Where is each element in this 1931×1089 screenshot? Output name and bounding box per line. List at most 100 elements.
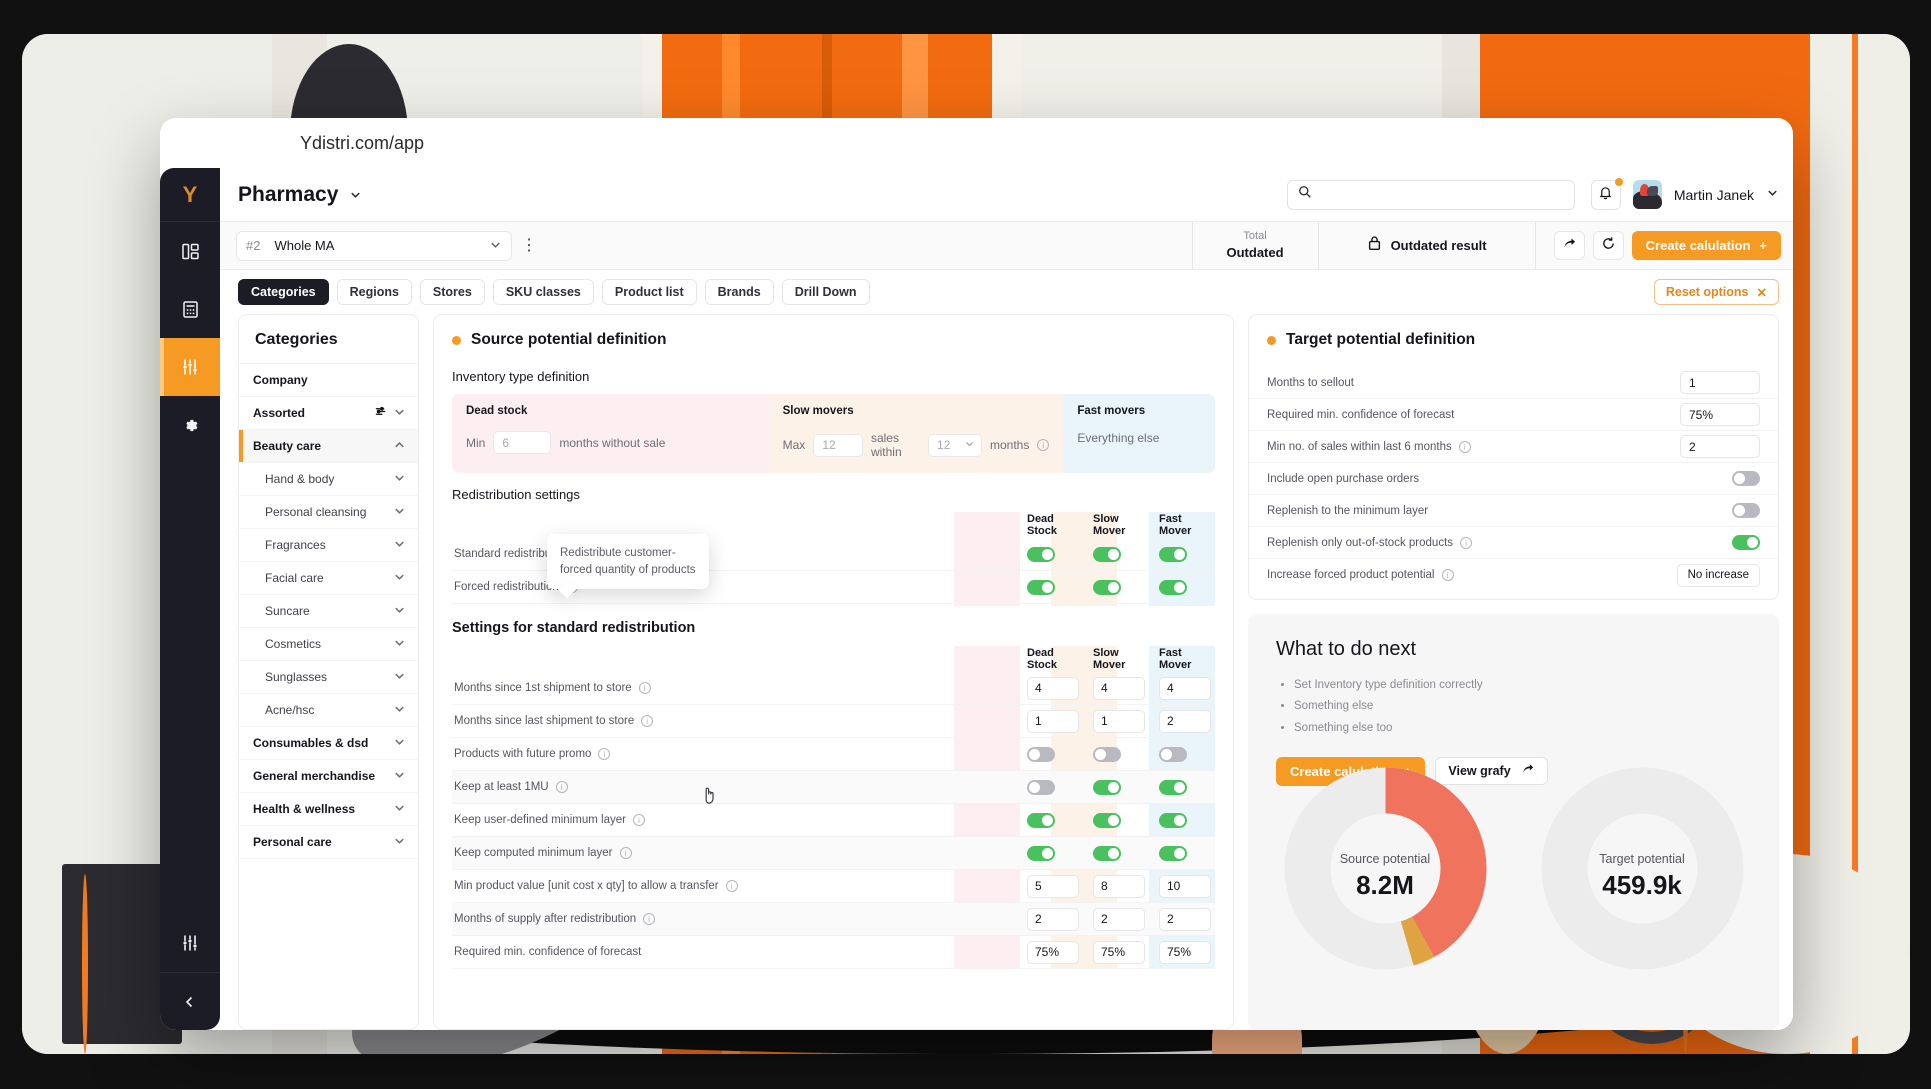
url-bar[interactable]: Ydistri.com/app bbox=[160, 118, 1793, 168]
toggle-switch[interactable] bbox=[1159, 779, 1187, 795]
info-icon[interactable]: i bbox=[598, 748, 611, 760]
toggle-switch[interactable] bbox=[1159, 812, 1187, 828]
tab-regions[interactable]: Regions bbox=[336, 279, 412, 305]
toggle-switch[interactable] bbox=[1093, 579, 1121, 595]
reset-options-button[interactable]: Reset options ✕ bbox=[1653, 279, 1779, 305]
toggle-switch[interactable] bbox=[1027, 812, 1055, 828]
nav-dashboard-button[interactable] bbox=[160, 222, 220, 280]
target-value-button[interactable]: No increase bbox=[1676, 563, 1760, 587]
toggle-switch[interactable] bbox=[1093, 812, 1121, 828]
matrix-value-input[interactable] bbox=[1159, 709, 1211, 733]
nav-settings-sliders-button[interactable] bbox=[160, 338, 220, 396]
category-row[interactable]: Company bbox=[239, 364, 418, 397]
target-value-input[interactable] bbox=[1680, 371, 1760, 394]
matrix-value-input[interactable] bbox=[1159, 940, 1211, 964]
toggle-switch[interactable] bbox=[1093, 845, 1121, 861]
info-icon[interactable]: i bbox=[1037, 439, 1050, 451]
tab-categories[interactable]: Categories bbox=[238, 279, 329, 305]
category-row[interactable]: Hand & body bbox=[239, 463, 418, 496]
chevron-down-icon[interactable] bbox=[393, 768, 406, 784]
toggle-switch[interactable] bbox=[1732, 503, 1760, 518]
chevron-down-icon[interactable] bbox=[393, 801, 406, 817]
category-row[interactable]: General merchandise bbox=[239, 760, 418, 793]
matrix-value-input[interactable] bbox=[1027, 709, 1079, 733]
matrix-value-input[interactable] bbox=[1027, 907, 1079, 931]
category-row[interactable]: Sunglasses bbox=[239, 661, 418, 694]
toggle-switch[interactable] bbox=[1093, 746, 1121, 762]
chevron-up-icon[interactable] bbox=[393, 438, 406, 454]
chevron-down-icon[interactable] bbox=[393, 834, 406, 850]
slow-movers-months-select[interactable]: 12 bbox=[928, 433, 982, 457]
avatar[interactable] bbox=[1632, 180, 1662, 209]
chevron-down-icon[interactable] bbox=[393, 570, 406, 586]
matrix-value-input[interactable] bbox=[1027, 874, 1079, 898]
tab-product-list[interactable]: Product list bbox=[601, 279, 697, 305]
nav-bottom-sliders-button[interactable] bbox=[160, 914, 220, 972]
toggle-switch[interactable] bbox=[1732, 471, 1760, 486]
calculation-menu-button[interactable]: ⋮ bbox=[518, 237, 540, 254]
nav-calculator-button[interactable] bbox=[160, 280, 220, 338]
chevron-down-icon[interactable] bbox=[393, 636, 406, 652]
info-icon[interactable]: i bbox=[1458, 440, 1471, 453]
target-value-input[interactable] bbox=[1680, 435, 1760, 458]
matrix-value-input[interactable] bbox=[1159, 676, 1211, 700]
toggle-switch[interactable] bbox=[1027, 845, 1055, 861]
filter-icon[interactable] bbox=[374, 405, 387, 421]
info-icon[interactable]: i bbox=[638, 682, 651, 694]
project-switcher[interactable]: Pharmacy bbox=[238, 183, 362, 207]
category-row[interactable]: Beauty care bbox=[239, 430, 418, 463]
toggle-switch[interactable] bbox=[1732, 535, 1760, 550]
toggle-switch[interactable] bbox=[1159, 746, 1187, 762]
category-row[interactable]: Health & wellness bbox=[239, 793, 418, 826]
toggle-switch[interactable] bbox=[1159, 579, 1187, 595]
user-menu-button[interactable] bbox=[1766, 186, 1779, 204]
chevron-down-icon[interactable] bbox=[393, 504, 406, 520]
app-logo[interactable]: Y bbox=[160, 168, 220, 222]
collapse-rail-button[interactable] bbox=[160, 972, 220, 1030]
tab-brands[interactable]: Brands bbox=[704, 279, 774, 305]
chevron-down-icon[interactable] bbox=[393, 702, 406, 718]
matrix-value-input[interactable] bbox=[1159, 874, 1211, 898]
nav-configuration-button[interactable] bbox=[160, 396, 220, 454]
matrix-value-input[interactable] bbox=[1093, 709, 1145, 733]
chevron-down-icon[interactable] bbox=[393, 603, 406, 619]
search-input[interactable] bbox=[1319, 186, 1564, 203]
matrix-value-input[interactable] bbox=[1093, 874, 1145, 898]
matrix-value-input[interactable] bbox=[1093, 940, 1145, 964]
category-row[interactable]: Facial care bbox=[239, 562, 418, 595]
chevron-down-icon[interactable] bbox=[393, 537, 406, 553]
info-icon[interactable]: i bbox=[632, 814, 645, 826]
category-row[interactable]: Suncare bbox=[239, 595, 418, 628]
tab-sku-classes[interactable]: SKU classes bbox=[492, 279, 594, 305]
target-value-input[interactable] bbox=[1680, 403, 1760, 426]
toggle-switch[interactable] bbox=[1027, 579, 1055, 595]
info-icon[interactable]: i bbox=[619, 847, 632, 859]
info-icon[interactable]: i bbox=[641, 715, 654, 727]
info-icon[interactable]: i bbox=[1441, 569, 1454, 581]
create-calculation-button[interactable]: Create calulation + bbox=[1631, 231, 1781, 260]
toggle-switch[interactable] bbox=[1027, 746, 1055, 762]
slow-movers-max-input[interactable]: 12 bbox=[813, 433, 863, 457]
toggle-switch[interactable] bbox=[1027, 779, 1055, 795]
matrix-value-input[interactable] bbox=[1093, 676, 1145, 700]
tab-stores[interactable]: Stores bbox=[419, 279, 485, 305]
notifications-button[interactable] bbox=[1590, 177, 1623, 210]
chevron-down-icon[interactable] bbox=[393, 471, 406, 487]
toggle-switch[interactable] bbox=[1159, 546, 1187, 562]
toggle-switch[interactable] bbox=[1027, 546, 1055, 562]
category-row[interactable]: Personal cleansing bbox=[239, 496, 418, 529]
category-row[interactable]: Fragrances bbox=[239, 529, 418, 562]
info-icon[interactable]: i bbox=[725, 880, 738, 892]
chevron-down-icon[interactable] bbox=[393, 405, 406, 421]
chevron-down-icon[interactable] bbox=[393, 735, 406, 751]
toggle-switch[interactable] bbox=[1093, 779, 1121, 795]
matrix-value-input[interactable] bbox=[1093, 907, 1145, 931]
category-row[interactable]: Personal care bbox=[239, 826, 418, 859]
matrix-value-input[interactable] bbox=[1027, 940, 1079, 964]
chevron-down-icon[interactable] bbox=[393, 669, 406, 685]
category-row[interactable]: Cosmetics bbox=[239, 628, 418, 661]
toggle-switch[interactable] bbox=[1093, 546, 1121, 562]
info-icon[interactable]: i bbox=[555, 781, 568, 793]
matrix-value-input[interactable] bbox=[1159, 907, 1211, 931]
share-button[interactable] bbox=[1553, 231, 1585, 260]
